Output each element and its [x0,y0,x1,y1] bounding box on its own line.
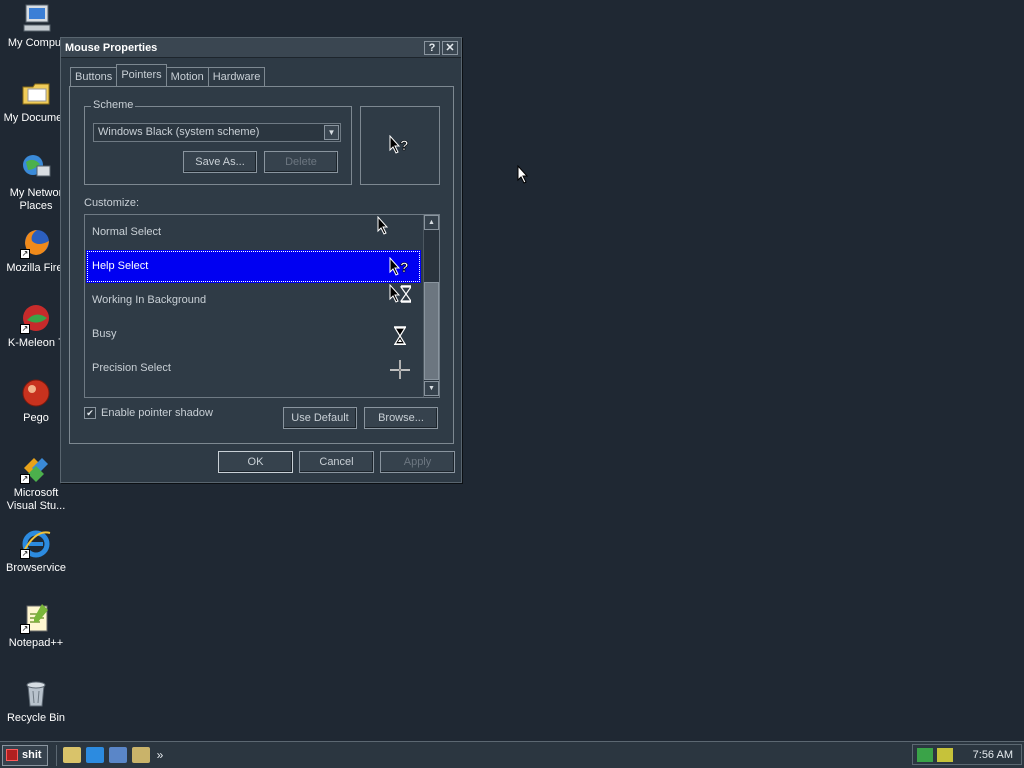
mouse-cursor-icon [517,165,529,184]
computer-icon [20,2,52,34]
svg-text:?: ? [400,137,409,153]
list-scrollbar[interactable]: ▲ ▼ [423,215,439,397]
tab-buttons[interactable]: Buttons [70,67,118,86]
pointers-tab-panel: Scheme Windows Black (system scheme) ▼ S… [69,86,454,444]
scheme-dropdown-value: Windows Black (system scheme) [98,126,260,138]
explorer-icon[interactable] [131,747,150,763]
cancel-button[interactable]: Cancel [299,451,374,473]
scheme-group: Scheme Windows Black (system scheme) ▼ S… [84,99,352,185]
scheme-dropdown[interactable]: Windows Black (system scheme) ▼ [93,123,341,142]
list-item[interactable]: Normal Select [86,216,421,249]
recycle-bin-icon [20,677,52,709]
visual-studio-icon: ↗ [20,452,52,484]
tab-strip: Buttons Pointers Motion Hardware [70,64,266,86]
list-item[interactable]: Precision Select [86,352,421,385]
ie-icon[interactable] [85,747,104,763]
shortcut-arrow-icon: ↗ [20,474,30,484]
window-title: Mouse Properties [65,41,158,54]
tray-app-icon[interactable] [936,747,953,762]
notepad-icon: ↗ [20,602,52,634]
desktop-icon-notepad-plus-plus[interactable]: ↗ Notepad++ [0,602,72,650]
quick-launch: » [55,744,164,766]
list-item-selected[interactable]: Help Select ? [86,250,421,283]
tab-pointers[interactable]: Pointers [116,64,167,86]
start-label: shit [22,749,42,761]
taskbar: shit » 7:56 AM [0,741,1024,768]
kmeleon-icon: ↗ [20,302,52,334]
list-item-label: Busy [92,328,117,340]
system-tray: 7:56 AM [911,744,1022,765]
use-default-button[interactable]: Use Default [283,407,357,429]
save-as-button[interactable]: Save As... [183,151,257,173]
shortcut-arrow-icon: ↗ [20,624,30,634]
tab-hardware[interactable]: Hardware [207,67,266,86]
help-button[interactable]: ? [424,40,440,55]
desktop-icon-label: Browservice [6,562,66,574]
network-tray-icon[interactable] [916,747,933,762]
desktop-icon-label: Microsoft Visual Stu... [6,487,66,512]
scrollbar-thumb[interactable] [424,282,439,380]
arrow-cursor-icon [377,216,389,235]
list-item-label: Normal Select [92,226,162,238]
list-item-label: Precision Select [92,362,171,374]
network-icon [20,152,52,184]
browse-button[interactable]: Browse... [364,407,438,429]
pego-icon [20,377,52,409]
title-bar[interactable]: Mouse Properties ? ✕ [61,38,461,58]
shortcut-arrow-icon: ↗ [20,324,30,334]
hourglass-icon [393,326,407,345]
crosshair-icon [390,360,410,379]
desktop-icon-recycle-bin[interactable]: Recycle Bin [0,677,72,725]
svg-text:?: ? [400,259,409,275]
outlook-icon[interactable] [108,747,127,763]
scheme-legend: Scheme [91,99,136,111]
apply-button[interactable]: Apply [380,451,455,473]
pointer-list[interactable]: Normal Select Help Select ? Working In B… [84,214,440,398]
tab-motion[interactable]: Motion [165,67,209,86]
customize-label: Customize: [84,197,140,209]
delete-button[interactable]: Delete [264,151,338,173]
list-item[interactable]: Working In Background [86,284,421,317]
ie-icon: ↗ [20,527,52,559]
firefox-icon: ↗ [20,227,52,259]
scroll-up-icon[interactable]: ▲ [424,215,439,230]
shortcut-arrow-icon: ↗ [20,249,30,259]
mouse-properties-window: Mouse Properties ? ✕ Buttons Pointers Mo… [60,37,462,483]
start-logo-icon [6,749,18,761]
working-cursor-icon [389,284,411,303]
shortcut-arrow-icon: ↗ [20,549,30,559]
folder-icon [20,77,52,109]
scroll-down-icon[interactable]: ▼ [424,381,439,396]
desktop-icon-label: Notepad++ [8,637,64,649]
help-cursor-icon: ? [389,135,409,154]
pointer-preview: ? [360,106,440,185]
list-item-label: Help Select [92,260,149,272]
show-desktop-icon[interactable] [62,747,81,763]
list-item[interactable]: Busy [86,318,421,351]
pointer-shadow-checkbox[interactable]: ✔ [84,407,96,419]
clock[interactable]: 7:56 AM [973,749,1013,761]
chevron-down-icon[interactable]: ▼ [324,125,339,140]
close-button[interactable]: ✕ [442,40,458,55]
help-cursor-icon: ? [389,257,409,276]
quick-launch-overflow-icon[interactable]: » [157,748,164,762]
desktop-icon-browservice[interactable]: ↗ Browservice [0,527,72,575]
start-button[interactable]: shit [2,744,48,766]
pointer-shadow-label: Enable pointer shadow [101,407,213,419]
desktop-icon-label: Recycle Bin [6,712,66,724]
list-item-label: Working In Background [92,294,207,306]
pointer-shadow-option[interactable]: ✔ Enable pointer shadow [84,407,213,419]
ok-button[interactable]: OK [218,451,293,473]
